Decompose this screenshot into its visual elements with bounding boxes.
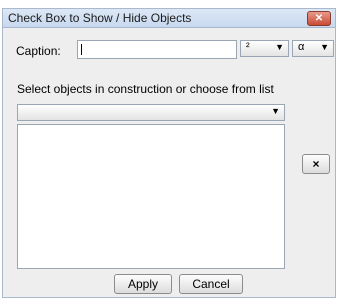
caption-label: Caption: <box>16 44 61 58</box>
symbol-dropdown-value: α <box>298 41 305 53</box>
title-bar[interactable]: Check Box to Show / Hide Objects ✕ <box>3 9 335 28</box>
objects-list[interactable] <box>17 124 285 269</box>
dialog-title: Check Box to Show / Hide Objects <box>8 11 192 25</box>
apply-button[interactable]: Apply <box>114 274 172 294</box>
object-dropdown[interactable]: ▼ <box>17 104 285 121</box>
select-objects-label: Select objects in construction or choose… <box>17 82 274 96</box>
caption-input[interactable] <box>77 40 237 59</box>
text-caret <box>81 44 82 55</box>
chevron-down-icon: ▼ <box>320 42 329 52</box>
chevron-down-icon: ▼ <box>275 42 284 52</box>
symbol-dropdown[interactable]: α ▼ <box>292 40 334 57</box>
close-button[interactable]: ✕ <box>307 11 331 26</box>
remove-object-button[interactable]: × <box>302 154 330 174</box>
format-dropdown[interactable]: ² ▼ <box>240 40 289 57</box>
cancel-button[interactable]: Cancel <box>179 274 243 294</box>
format-dropdown-value: ² <box>246 41 250 53</box>
chevron-down-icon: ▼ <box>271 106 280 116</box>
